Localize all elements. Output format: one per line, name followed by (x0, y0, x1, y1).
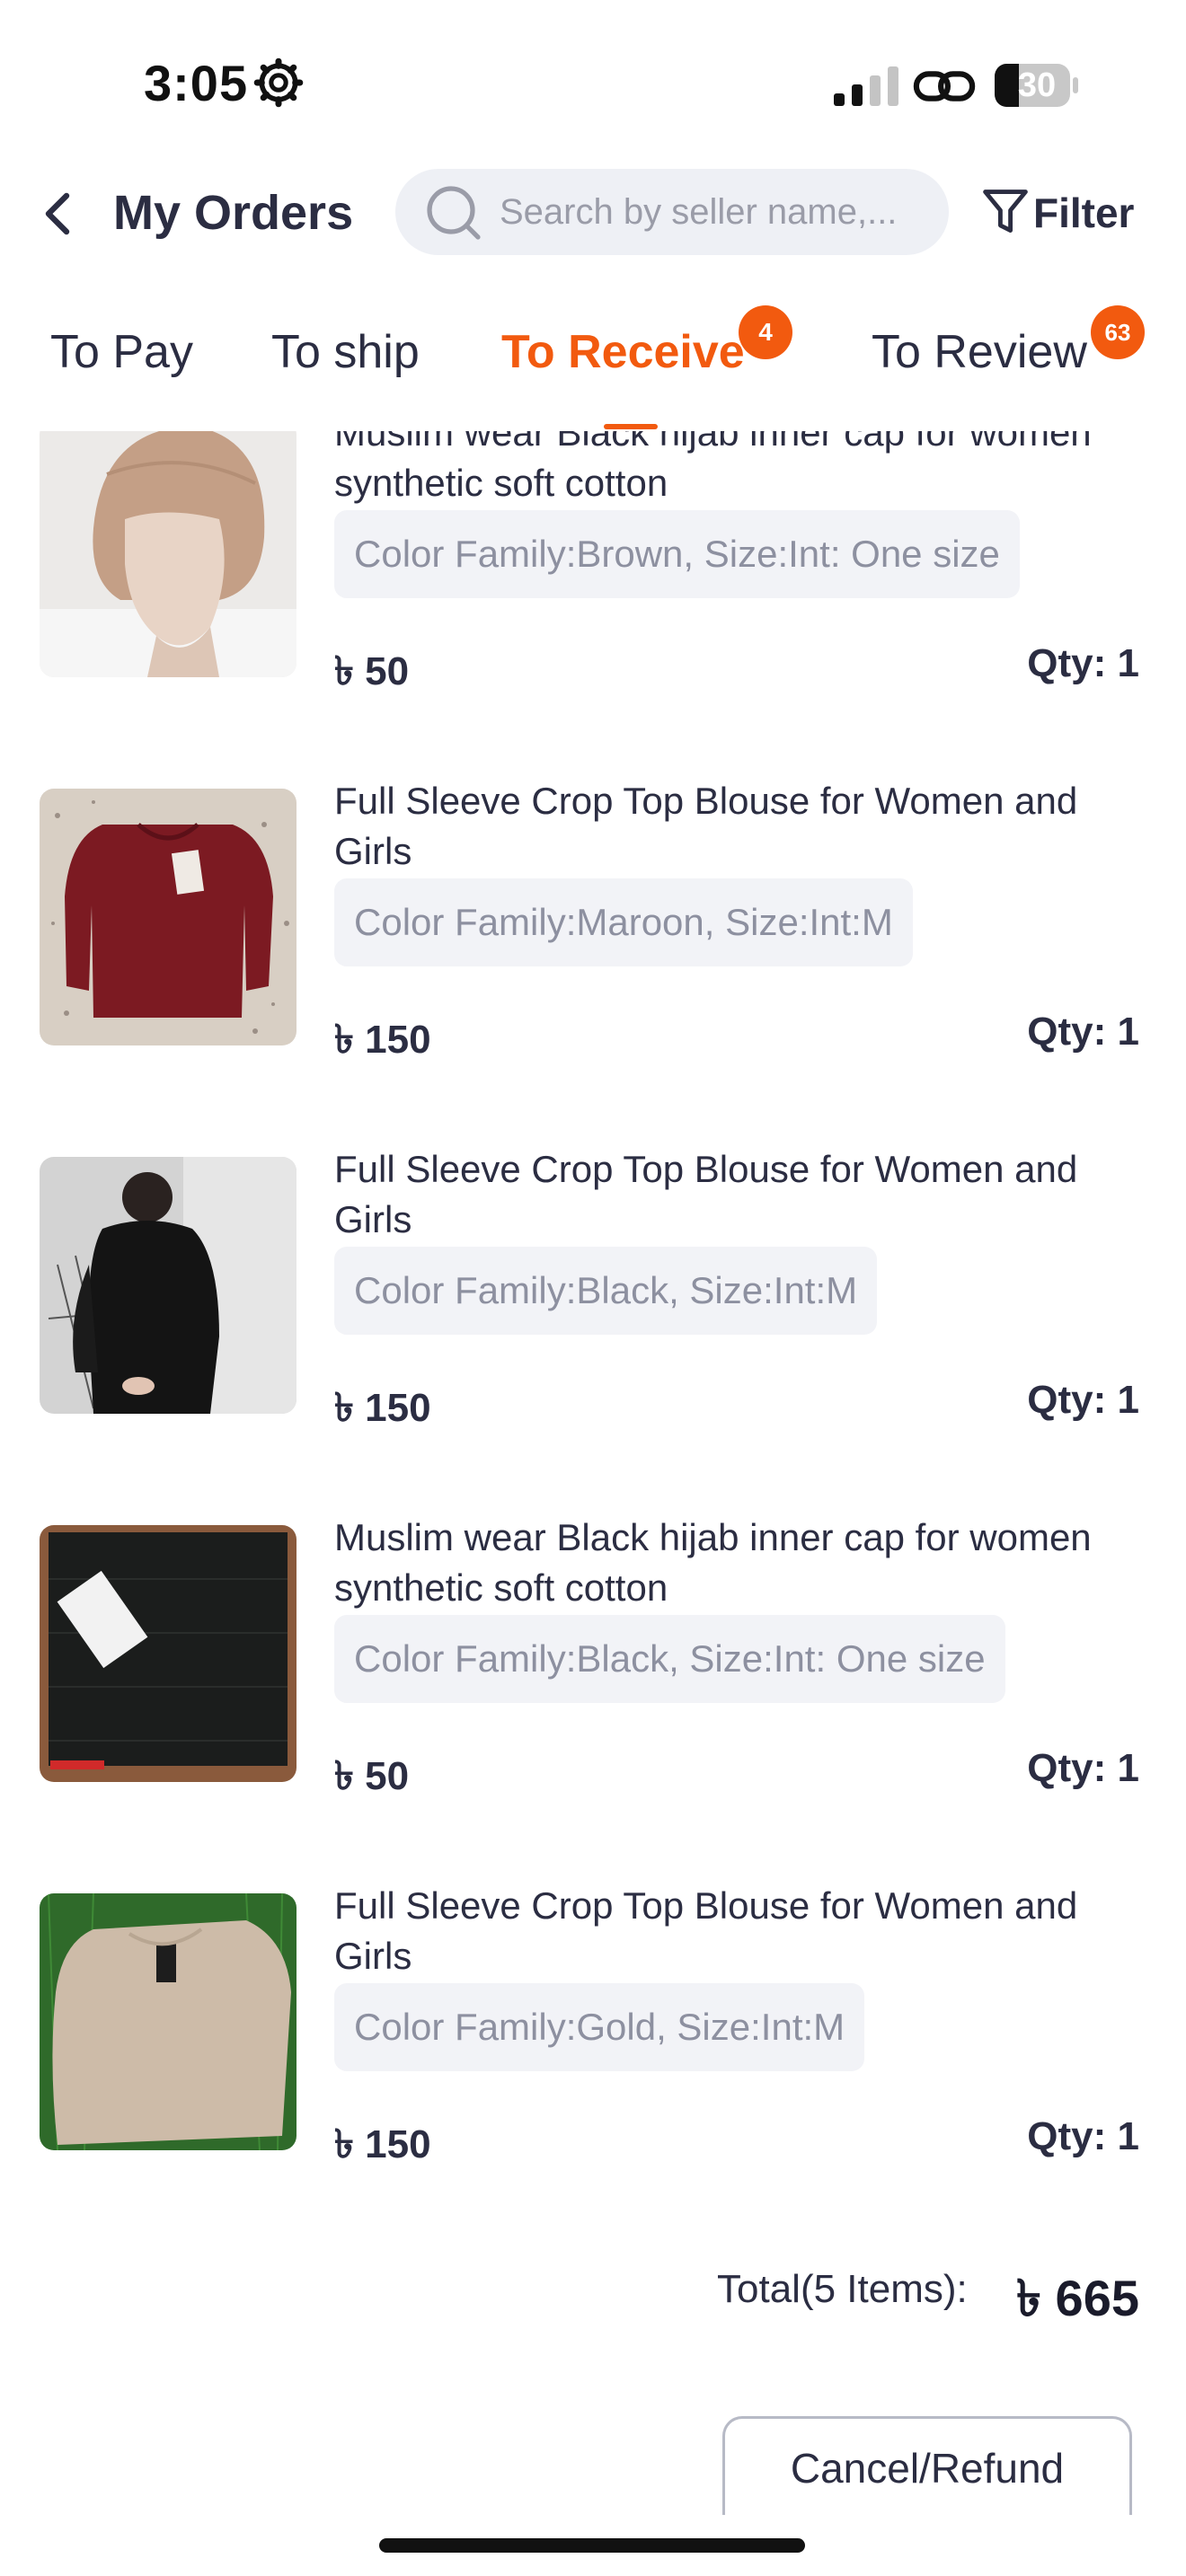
product-name[interactable]: Full Sleeve Crop Top Blouse for Women an… (334, 1881, 1107, 1981)
product-variant: Color Family:Gold, Size:Int:M (334, 1983, 865, 2071)
product-name[interactable]: Muslim wear Black hijab inner cap for wo… (334, 431, 1107, 508)
product-price: ৳ 150 (334, 1386, 431, 1430)
order-item[interactable]: Muslim wear Black hijab inner cap for wo… (0, 1516, 1186, 1866)
product-price: ৳ 150 (334, 1018, 431, 1062)
page-title: My Orders (113, 186, 354, 240)
link-icon (913, 71, 976, 101)
product-name[interactable]: Muslim wear Black hijab inner cap for wo… (334, 1513, 1107, 1613)
tab-to-receive[interactable]: To Receive (501, 325, 745, 379)
product-price: ৳ 150 (334, 2122, 431, 2165)
product-quantity: Qty: 1 (1027, 1378, 1139, 1422)
product-quantity: Qty: 1 (1027, 1746, 1139, 1790)
home-indicator (379, 2538, 805, 2553)
search-icon (427, 186, 481, 240)
tab-to-review[interactable]: To Review (872, 325, 1087, 379)
gear-icon (253, 57, 304, 108)
tab-to-pay[interactable]: To Pay (50, 325, 193, 379)
product-variant: Color Family:Maroon, Size:Int:M (334, 878, 913, 966)
product-image[interactable] (40, 1525, 296, 1782)
order-total-value: ৳ 665 (1016, 2270, 1139, 2326)
product-quantity: Qty: 1 (1027, 641, 1139, 685)
active-tab-indicator (604, 424, 658, 429)
product-name[interactable]: Full Sleeve Crop Top Blouse for Women an… (334, 776, 1107, 877)
battery-level: 30 (1017, 66, 1057, 104)
back-icon[interactable] (40, 190, 75, 237)
order-item[interactable]: Muslim wear Black hijab inner cap for wo… (0, 431, 1186, 762)
order-total-label: Total(5 Items): (717, 2267, 968, 2311)
tab-to-ship[interactable]: To ship (271, 325, 420, 379)
product-quantity: Qty: 1 (1027, 2114, 1139, 2158)
to-review-count-badge: 63 (1091, 305, 1145, 359)
product-price: ৳ 50 (334, 1754, 410, 1798)
product-image[interactable] (40, 789, 296, 1045)
product-variant: Color Family:Black, Size:Int: One size (334, 1615, 1005, 1703)
order-item[interactable]: Full Sleeve Crop Top Blouse for Women an… (0, 780, 1186, 1130)
order-items-list[interactable]: Muslim wear Black hijab inner cap for wo… (0, 431, 1186, 2165)
product-variant: Color Family:Brown, Size:Int: One size (334, 510, 1020, 598)
product-name[interactable]: Full Sleeve Crop Top Blouse for Women an… (334, 1144, 1107, 1245)
order-item[interactable]: Full Sleeve Crop Top Blouse for Women an… (0, 1884, 1186, 2165)
order-item[interactable]: Full Sleeve Crop Top Blouse for Women an… (0, 1148, 1186, 1498)
product-quantity: Qty: 1 (1027, 1010, 1139, 1054)
product-image[interactable] (40, 1893, 296, 2150)
filter-button[interactable]: Filter (1033, 189, 1134, 237)
product-price: ৳ 50 (334, 649, 410, 693)
search-input[interactable] (500, 185, 931, 239)
to-receive-count-badge: 4 (739, 305, 792, 359)
filter-icon[interactable] (981, 187, 1030, 237)
status-time: 3:05 (144, 55, 249, 111)
cancel-refund-button[interactable]: Cancel/Refund (722, 2416, 1132, 2515)
product-variant: Color Family:Black, Size:Int:M (334, 1247, 878, 1335)
product-image[interactable] (40, 431, 296, 677)
signal-icon (834, 66, 898, 106)
product-image[interactable] (40, 1157, 296, 1414)
